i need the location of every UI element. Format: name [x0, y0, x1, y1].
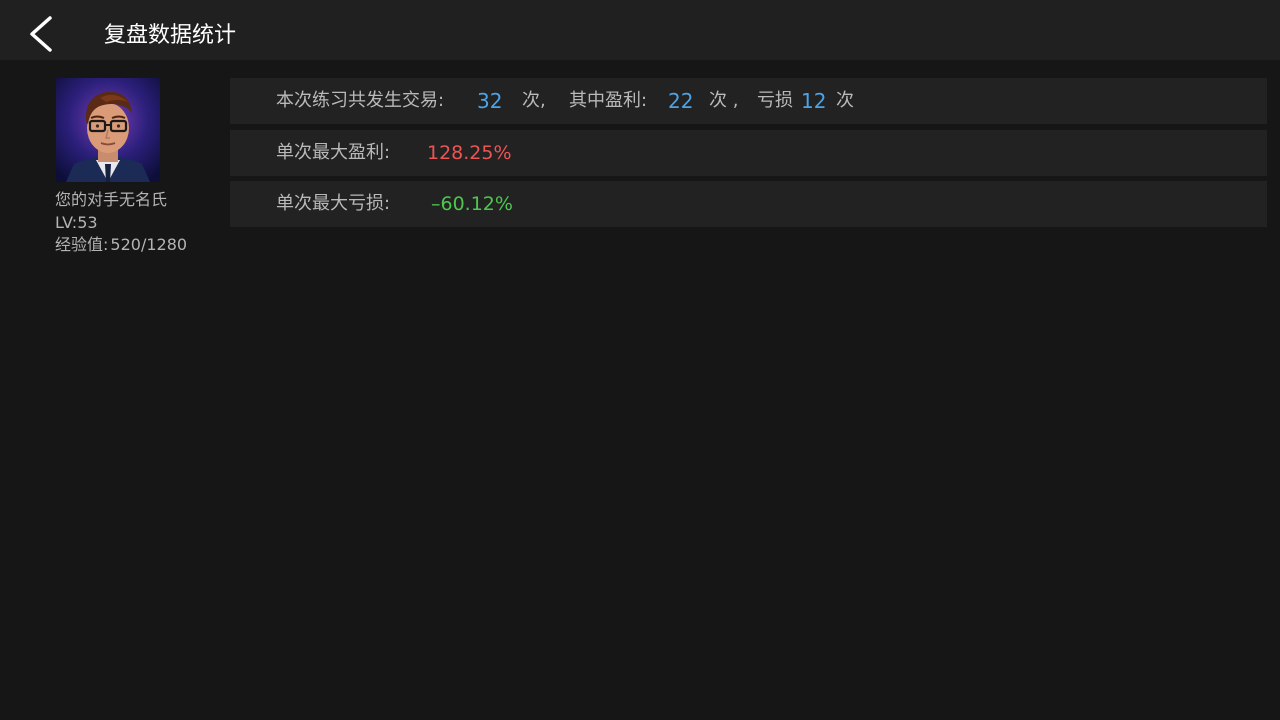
exp-value: 520/1280 [110, 235, 188, 254]
trades-label: 本次练习共发生交易: [276, 90, 445, 111]
max-profit-value: 128.25% [427, 142, 512, 164]
back-button[interactable] [22, 12, 62, 56]
opponent-name: 您的对手无名氏 [55, 190, 168, 209]
exp-label: 经验值: [55, 235, 109, 254]
times-unit-3: 次 [836, 90, 854, 111]
profit-label: 其中盈利: [569, 90, 648, 111]
max-loss-label: 单次最大亏损: [276, 193, 391, 214]
player-level: LV:53 [55, 212, 98, 232]
header-bar: 复盘数据统计 [0, 0, 1280, 60]
chevron-left-icon [30, 16, 52, 52]
max-loss-row: 单次最大亏损: –60.12% [230, 181, 1267, 227]
loss-count: 12 [801, 89, 827, 113]
max-profit-row: 单次最大盈利: 128.25% [230, 130, 1267, 176]
max-loss-value: –60.12% [431, 193, 513, 215]
profit-count: 22 [668, 89, 694, 113]
trades-count: 32 [477, 89, 503, 113]
player-experience: 经验值: 520/1280 [55, 234, 187, 257]
trades-summary-row: 本次练习共发生交易: 32 次, 其中盈利: 22 次 , 亏损 12 次 [230, 78, 1267, 124]
times-unit: 次, [522, 90, 546, 111]
times-unit-2: 次 , [709, 90, 739, 111]
player-info: 您的对手无名氏 LV:53 经验值: 520/1280 [55, 189, 187, 257]
max-profit-label: 单次最大盈利: [276, 142, 391, 163]
loss-label: 亏损 [757, 90, 793, 111]
page-title: 复盘数据统计 [104, 23, 237, 48]
avatar [56, 78, 160, 182]
